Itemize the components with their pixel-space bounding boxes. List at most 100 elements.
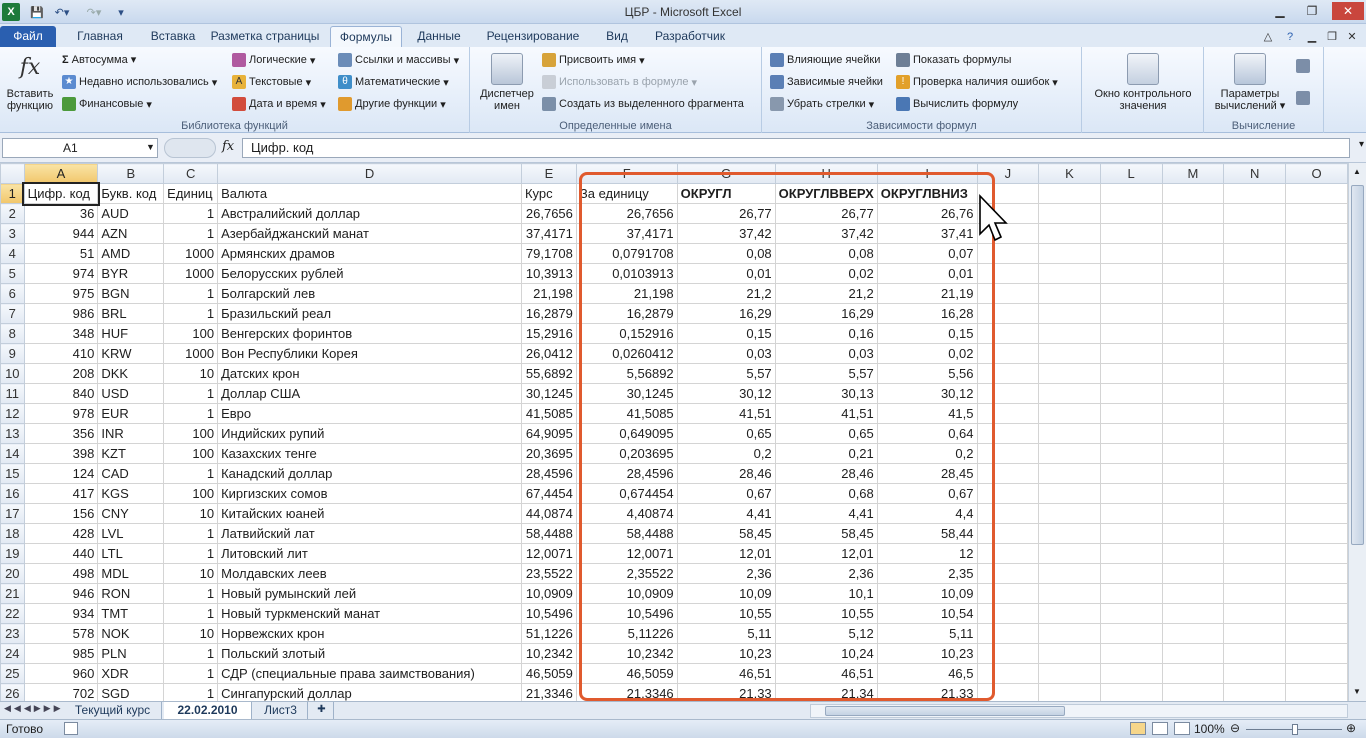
fx-icon[interactable]: fx [222,139,234,154]
cell-l26[interactable] [1099,683,1163,701]
row-header[interactable]: 14 [0,443,25,464]
cell-m1[interactable] [1161,183,1225,204]
cell-d15[interactable]: Канадский доллар [217,463,522,484]
cell-f13[interactable]: 0,649095 [575,423,678,444]
cell-k23[interactable] [1038,623,1101,644]
cell-e13[interactable]: 64,9095 [520,423,577,444]
scroll-up-icon[interactable]: ▲ [1351,167,1363,177]
cell-k5[interactable] [1038,263,1101,284]
cell-o1[interactable] [1285,183,1348,204]
row-header[interactable]: 2 [0,203,25,224]
cell-c1[interactable]: Единиц [163,183,219,204]
cell-h2[interactable]: 26,77 [774,203,878,224]
cell-e8[interactable]: 15,2916 [520,323,577,344]
cell-c12[interactable]: 1 [163,403,219,424]
cell-g20[interactable]: 2,36 [676,563,776,584]
cell-b25[interactable]: XDR [97,663,165,684]
column-header-l[interactable]: L [1099,163,1163,184]
cell-g26[interactable]: 21,33 [676,683,776,701]
cell-f21[interactable]: 10,0909 [575,583,678,604]
cell-n9[interactable] [1223,343,1287,364]
cell-o15[interactable] [1285,463,1348,484]
error-checking-button[interactable]: ! Проверка наличия ошибок ▾ [896,75,1058,89]
trace-precedents-button[interactable]: Влияющие ячейки [770,53,880,67]
cell-h21[interactable]: 10,1 [774,583,878,604]
tab-file[interactable]: Файл [0,26,56,47]
cell-h19[interactable]: 12,01 [774,543,878,564]
cell-m24[interactable] [1161,643,1225,664]
cell-c10[interactable]: 10 [163,363,219,384]
cell-n11[interactable] [1223,383,1287,404]
cell-a9[interactable]: 410 [23,343,99,364]
cell-a11[interactable]: 840 [23,383,99,404]
cell-c22[interactable]: 1 [163,603,219,624]
cell-j4[interactable] [976,243,1040,264]
cell-e21[interactable]: 10,0909 [520,583,577,604]
zoom-slider-thumb[interactable] [1292,724,1298,735]
cell-m7[interactable] [1161,303,1225,324]
other-functions-button[interactable]: Другие функции ▾ [338,97,446,111]
row-header[interactable]: 7 [0,303,25,324]
macro-record-icon[interactable] [64,722,78,735]
cell-n24[interactable] [1223,643,1287,664]
cell-b20[interactable]: MDL [97,563,165,584]
cell-f10[interactable]: 5,56892 [575,363,678,384]
assign-name-button[interactable]: Присвоить имя ▾ [542,53,645,67]
chevron-down-icon[interactable]: ▼ [146,142,155,152]
column-header-m[interactable]: M [1161,163,1225,184]
cell-n19[interactable] [1223,543,1287,564]
cell-e26[interactable]: 21,3346 [520,683,577,701]
cell-g9[interactable]: 0,03 [676,343,776,364]
zoom-level[interactable]: 100% [1194,722,1225,736]
cell-j23[interactable] [976,623,1040,644]
cell-k16[interactable] [1038,483,1101,504]
cell-g2[interactable]: 26,77 [676,203,776,224]
cell-n4[interactable] [1223,243,1287,264]
cell-d4[interactable]: Армянских драмов [217,243,522,264]
cell-j22[interactable] [976,603,1040,624]
cell-a15[interactable]: 124 [23,463,99,484]
cell-o26[interactable] [1285,683,1348,701]
calc-sheet-button[interactable] [1296,91,1310,105]
cell-m3[interactable] [1161,223,1225,244]
row-header[interactable]: 12 [0,403,25,424]
cell-f23[interactable]: 5,11226 [575,623,678,644]
cell-h16[interactable]: 0,68 [774,483,878,504]
cell-h5[interactable]: 0,02 [774,263,878,284]
cell-k11[interactable] [1038,383,1101,404]
cell-c6[interactable]: 1 [163,283,219,304]
cell-h22[interactable]: 10,55 [774,603,878,624]
cell-d5[interactable]: Белорусских рублей [217,263,522,284]
cell-l23[interactable] [1099,623,1163,644]
cell-b23[interactable]: NOK [97,623,165,644]
column-header-f[interactable]: F [575,163,678,184]
tab-page-layout[interactable]: Разметка страницы [206,26,324,47]
cell-d14[interactable]: Казахских тенге [217,443,522,464]
cell-l3[interactable] [1099,223,1163,244]
cell-o12[interactable] [1285,403,1348,424]
cell-e19[interactable]: 12,0071 [520,543,577,564]
cell-l13[interactable] [1099,423,1163,444]
cell-e23[interactable]: 51,1226 [520,623,577,644]
cell-h14[interactable]: 0,21 [774,443,878,464]
cell-f5[interactable]: 0,0103913 [575,263,678,284]
cell-d19[interactable]: Литовский лит [217,543,522,564]
column-header-b[interactable]: B [97,163,165,184]
cell-e17[interactable]: 44,0874 [520,503,577,524]
cell-b1[interactable]: Букв. код [97,183,165,204]
cell-h18[interactable]: 58,45 [774,523,878,544]
cell-k24[interactable] [1038,643,1101,664]
cell-m22[interactable] [1161,603,1225,624]
cell-j16[interactable] [976,483,1040,504]
cell-i20[interactable]: 2,35 [876,563,978,584]
cell-j8[interactable] [976,323,1040,344]
row-header[interactable]: 26 [0,683,25,701]
show-formulas-button[interactable]: Показать формулы [896,53,1011,67]
cell-o14[interactable] [1285,443,1348,464]
cell-f8[interactable]: 0,152916 [575,323,678,344]
cell-l15[interactable] [1099,463,1163,484]
column-header-d[interactable]: D [217,163,522,184]
cell-n3[interactable] [1223,223,1287,244]
cell-h26[interactable]: 21,34 [774,683,878,701]
page-break-view-icon[interactable] [1174,722,1190,735]
